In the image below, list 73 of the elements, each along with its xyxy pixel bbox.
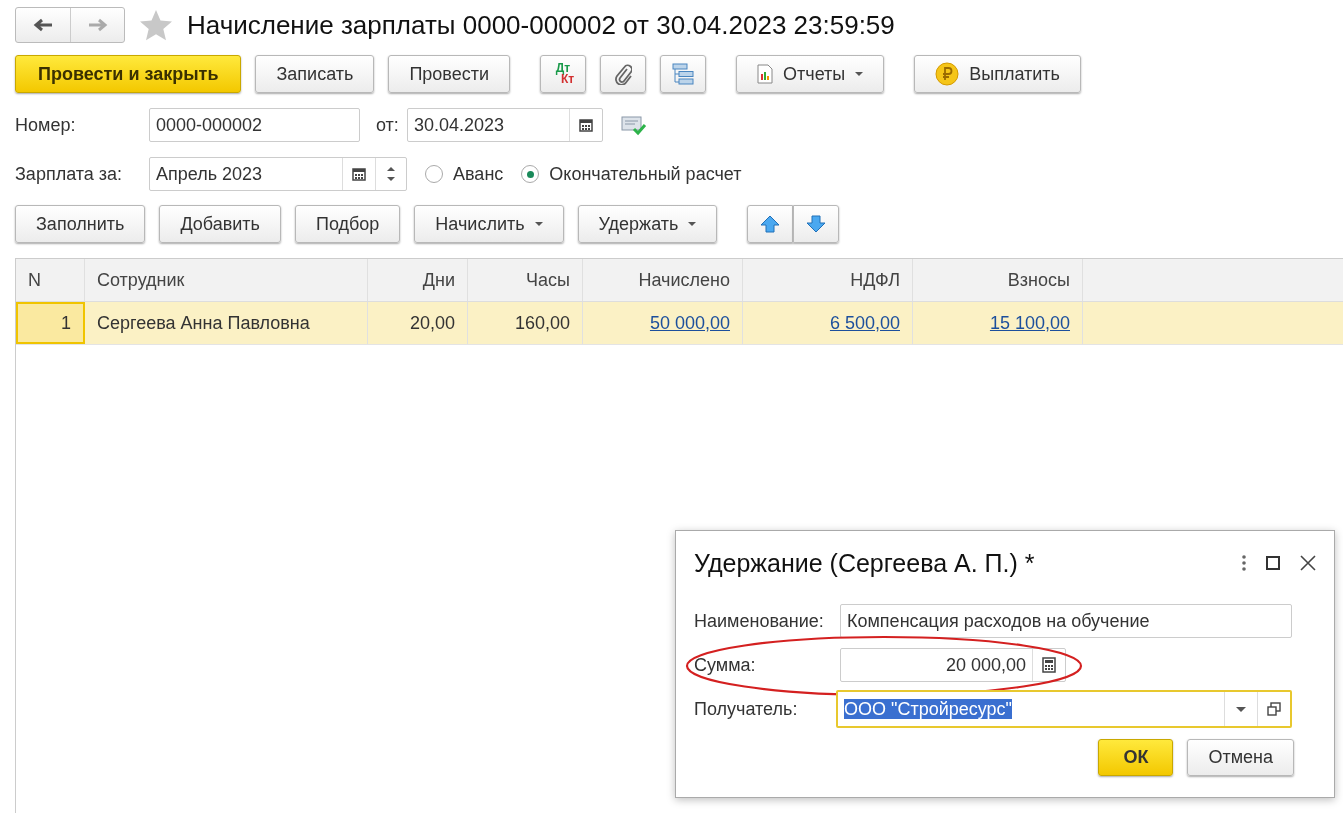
column-header[interactable]: Дни [368, 259, 468, 301]
down-arrow-icon [806, 215, 827, 233]
dropdown-caret-icon [855, 72, 864, 76]
column-header[interactable]: Взносы [913, 259, 1083, 301]
column-header[interactable]: N [16, 259, 85, 301]
calendar-icon [352, 167, 366, 181]
table-cell: Сергеева Анна Павловна [97, 312, 310, 334]
date-field[interactable]: 30.04.2023 [406, 108, 603, 142]
dialog-title: Удержание (Сергеева А. П.) * [694, 548, 1036, 578]
toolbar-button[interactable]: Провести [388, 55, 511, 93]
column-header[interactable]: Часы [468, 259, 583, 301]
table-command-button[interactable]: Добавить [159, 205, 281, 243]
ruble-coin-icon [935, 62, 960, 86]
table-cell: 20,00 [409, 312, 455, 334]
input-field[interactable]: ООО "Стройресурс" [836, 690, 1292, 728]
field-label: Номер: [15, 114, 77, 136]
reports-menu-button[interactable]: Отчеты [736, 55, 885, 93]
dropdown-button[interactable]: Начислить [414, 205, 564, 243]
calendar-icon [578, 118, 593, 132]
period-field[interactable]: Апрель 2023 [149, 157, 407, 191]
radio-label[interactable]: Аванс [453, 163, 504, 185]
maximize-icon[interactable] [1266, 556, 1280, 570]
star-icon[interactable] [139, 9, 173, 41]
move-down-button[interactable] [793, 205, 840, 243]
more-options-icon[interactable] [1242, 555, 1246, 571]
dropdown-button[interactable]: Удержать [577, 205, 718, 243]
attachment-button[interactable] [600, 55, 647, 93]
field-label: от: [376, 114, 399, 136]
input-field[interactable]: 20 000,00 [840, 648, 1066, 682]
radio-button[interactable] [425, 165, 443, 183]
pay-button[interactable]: Выплатить [914, 55, 1081, 93]
table-command-button[interactable]: Подбор [294, 205, 401, 243]
table-row[interactable]: 1 Сергеева Анна Павловна 20,00 160,00 50 000,00 6 500,00 15 100,00 [16, 302, 1343, 345]
field-label: Зарплата за: [15, 163, 124, 185]
radio-label[interactable]: Окончательный расчет [549, 163, 742, 185]
left-arrow-icon [33, 18, 53, 32]
debit-credit-button[interactable]: Дт Кт [540, 55, 587, 93]
document-check-icon [620, 114, 647, 136]
down-caret-icon [387, 177, 395, 181]
move-up-button[interactable] [747, 205, 794, 243]
report-chart-icon [757, 64, 774, 84]
window-title: Начисление зарплаты 0000-000002 от 30.04.2023 23:59:59 [187, 9, 895, 41]
dropdown-caret-icon[interactable] [1236, 706, 1246, 712]
close-icon[interactable] [1300, 555, 1316, 571]
right-arrow-icon [87, 18, 108, 32]
table-cell: 160,00 [514, 312, 570, 334]
amount-link[interactable]: 50 000,00 [649, 312, 730, 334]
column-header[interactable]: Сотрудник [85, 259, 368, 301]
amount-link[interactable]: 15 100,00 [989, 312, 1070, 334]
number-field[interactable]: 0000-000002 [149, 108, 360, 142]
field-label: Сумма: [694, 654, 757, 676]
column-header[interactable]: Начислено [583, 259, 743, 301]
dropdown-caret-icon [688, 222, 697, 226]
field-label: Получатель: [694, 698, 799, 720]
structure-button[interactable] [660, 55, 707, 93]
toolbar-button[interactable]: Записать [255, 55, 375, 93]
up-caret-icon [387, 167, 395, 171]
field-label: Наименование: [694, 610, 825, 632]
dropdown-caret-icon [534, 222, 543, 226]
input-field[interactable]: Компенсация расходов на обучение [840, 604, 1292, 638]
open-window-icon[interactable] [1267, 702, 1281, 716]
column-header[interactable]: НДФЛ [743, 259, 913, 301]
post-and-close-button[interactable]: Провести и закрыть [15, 55, 242, 93]
structure-icon [671, 62, 696, 86]
calculator-icon [1042, 657, 1056, 673]
ok-button[interactable]: ОК [1098, 739, 1174, 776]
table-cell: 1 [61, 312, 71, 334]
up-arrow-icon [760, 215, 781, 233]
table-command-button[interactable]: Заполнить [15, 205, 146, 243]
radio-button[interactable] [521, 165, 540, 183]
cancel-button[interactable]: Отмена [1187, 739, 1294, 776]
paperclip-icon [614, 63, 633, 85]
amount-link[interactable]: 6 500,00 [829, 312, 900, 334]
